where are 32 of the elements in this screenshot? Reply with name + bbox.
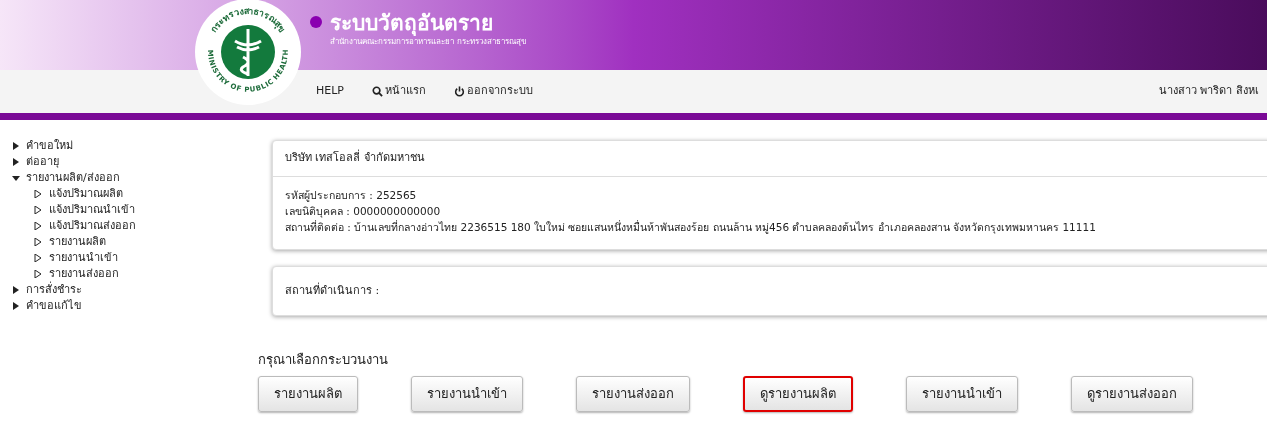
sidebar-subitem[interactable]: แจ้งปริมาณผลิต — [34, 186, 123, 202]
process-button[interactable]: รายงานผลิต — [258, 375, 358, 412]
agency-subtitle: สำนักงานคณะกรรมการอาหารและยา กระทรวงสาธารณสุข — [330, 37, 526, 48]
sidebar-item[interactable]: คำขอแก้ไข — [12, 298, 82, 314]
sidebar-item[interactable]: คำขอใหม่ — [12, 138, 73, 154]
sidebar-subitem[interactable]: แจ้งปริมาณส่งออก — [34, 218, 136, 234]
nav-link[interactable]: หน้าแรก — [372, 83, 426, 100]
sidebar-item[interactable]: ต่ออายุ — [12, 154, 59, 170]
sidebar-subitem[interactable]: รายงานนำเข้า — [34, 250, 118, 266]
sidebar-subitem[interactable]: แจ้งปริมาณนำเข้า — [34, 202, 135, 218]
sidebar-item[interactable]: รายงานผลิต/ส่งออก — [12, 170, 120, 186]
process-button[interactable]: รายงานส่งออก — [576, 375, 690, 412]
power-icon — [454, 86, 465, 97]
caret-down-icon — [12, 174, 20, 182]
process-prompt: กรุณาเลือกกระบวนงาน — [258, 352, 388, 367]
process-button[interactable]: ดูรายงานผลิต — [743, 375, 853, 412]
sidebar-subitem[interactable]: รายงานผลิต — [34, 234, 106, 250]
company-detail: สถานที่ติดต่อ : บ้านเลขที่กลางอ่าวไทย 2236515 180 ใบใหม่ ซอยแสนหนึ่งหมื่นห้าพันสองร้อย ถนนล้าน หมู่456 ตำบลคลองต้นไทร อำเภอคลองสาน จังหวัดกรุงเทพมหานคร 11111 — [285, 219, 1097, 235]
process-button[interactable]: รายงานนำเข้า — [906, 375, 1018, 412]
process-button[interactable]: ดูรายงานส่งออก — [1071, 375, 1193, 412]
sidebar-item[interactable]: การสั่งชำระ — [12, 282, 82, 298]
nav-link[interactable]: ออกจากระบบ — [454, 83, 533, 100]
process-button[interactable]: รายงานนำเข้า — [411, 375, 523, 412]
company-detail: รหัสผู้ประกอบการ : 252565 — [285, 187, 418, 203]
company-name: บริษัท เทสโอลลี่ จำกัดมหาชน — [285, 151, 425, 164]
location-label: สถานที่ดำเนินการ : — [285, 283, 380, 297]
company-detail: เลขนิติบุคคล : 0000000000000 — [285, 203, 442, 219]
sidebar-subitem[interactable]: รายงานส่งออก — [34, 266, 119, 282]
system-title: ระบบวัตถุอันตราย — [330, 10, 526, 36]
search-icon — [372, 86, 383, 97]
nav-link[interactable]: HELP — [316, 83, 344, 100]
user-name: นางสาว พาริดา สิงหเ — [1159, 83, 1259, 100]
